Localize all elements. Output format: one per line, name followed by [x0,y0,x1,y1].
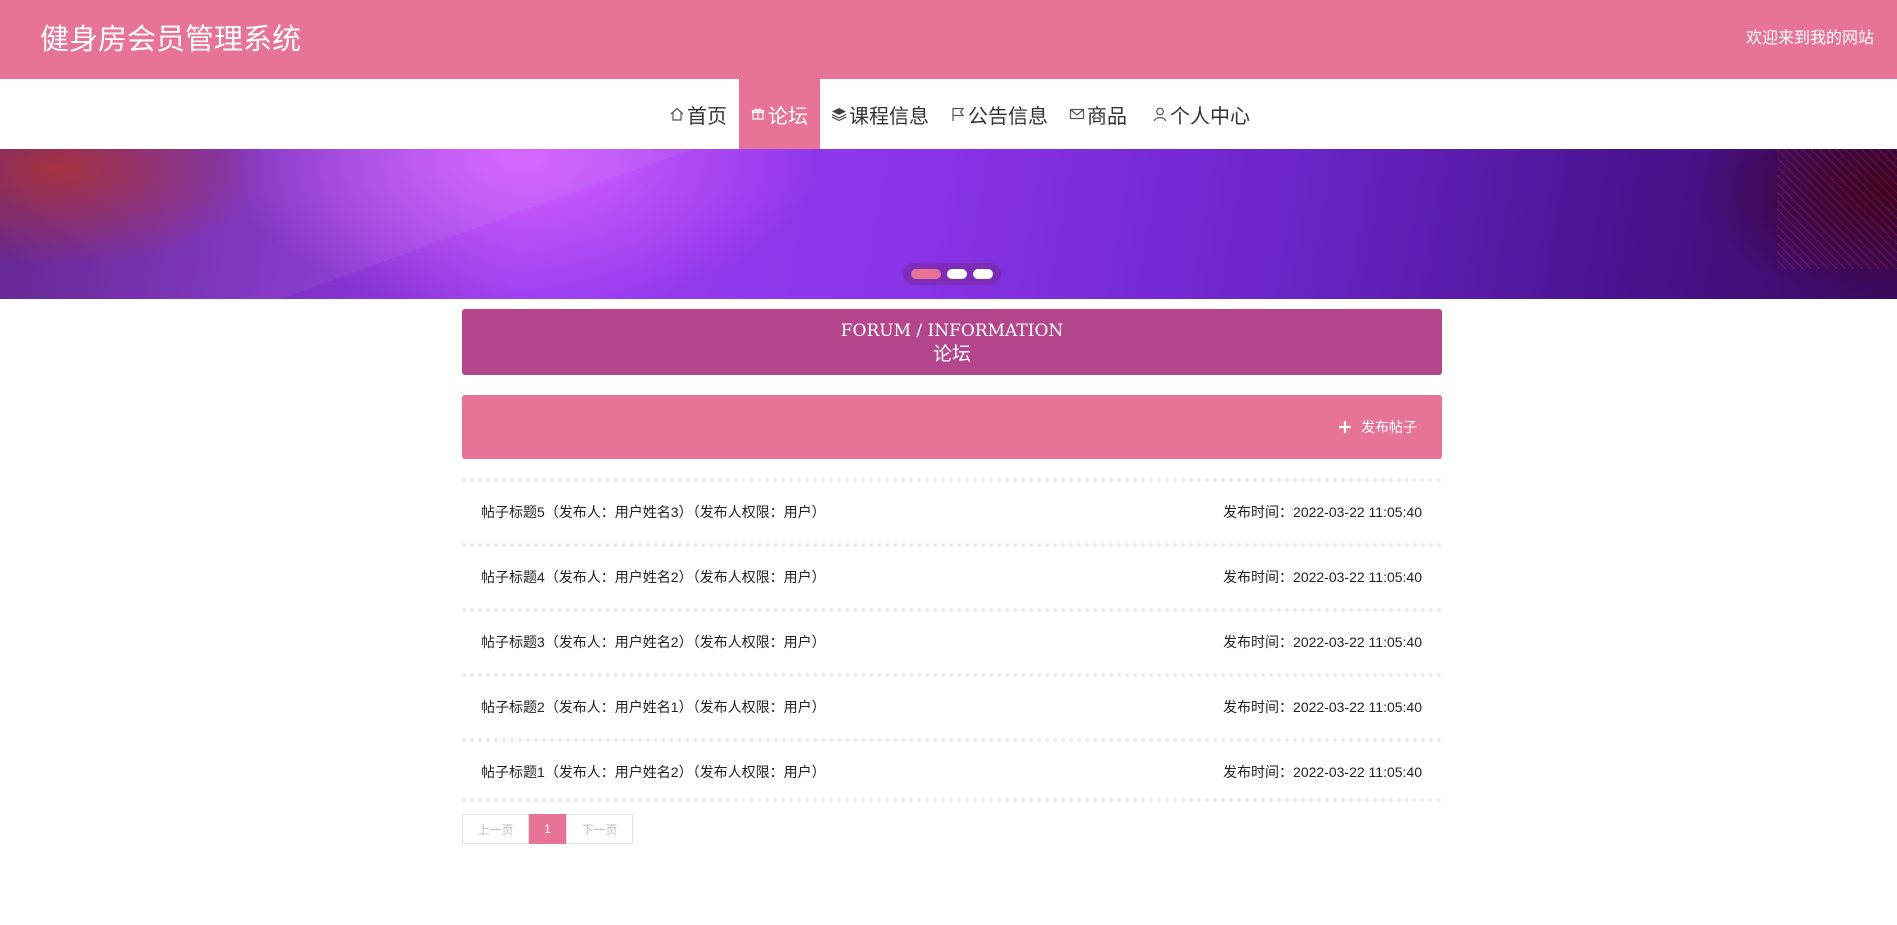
post-title: 帖子标题1（发布人：用户姓名2）（发布人权限：用户） [481,764,826,780]
post-row[interactable]: 帖子标题1（发布人：用户姓名2）（发布人权限：用户） 发布时间：2022-03-… [462,738,1442,803]
nav-item-notices[interactable]: 公告信息 [939,79,1058,149]
page-1-button[interactable]: 1 [529,814,566,844]
layers-icon [830,105,848,123]
nav-list: 首页 论坛 课程信息 公告信息 商品 个人中心 [662,79,1250,149]
list-divider [462,798,1442,802]
mail-icon [1068,105,1086,123]
post-row[interactable]: 帖子标题4（发布人：用户姓名2）（发布人权限：用户） 发布时间：2022-03-… [462,543,1442,608]
action-bar: 发布帖子 [462,395,1442,459]
post-title: 帖子标题5（发布人：用户姓名3）（发布人权限：用户） [481,504,826,520]
nav-label-home: 首页 [687,103,727,128]
post-row[interactable]: 帖子标题3（发布人：用户姓名2）（发布人权限：用户） 发布时间：2022-03-… [462,608,1442,673]
gift-icon [749,105,767,123]
next-page-button[interactable]: 下一页 [566,814,633,844]
section-header: FORUM / INFORMATION 论坛 [462,309,1442,375]
nav-item-home[interactable]: 首页 [662,79,739,149]
top-header: 健身房会员管理系统 欢迎来到我的网站 [0,0,1897,79]
new-post-button[interactable]: 发布帖子 [1338,417,1417,437]
banner-stripes [1777,149,1897,269]
post-time: 发布时间：2022-03-22 11:05:40 [1223,699,1422,715]
post-time: 发布时间：2022-03-22 11:05:40 [1223,504,1422,520]
post-title: 帖子标题3（发布人：用户姓名2）（发布人权限：用户） [481,634,826,650]
section-title-en: FORUM / INFORMATION [840,321,1064,341]
banner-carousel[interactable] [0,149,1897,299]
carousel-dot-1[interactable] [911,269,941,279]
post-list: 帖子标题5（发布人：用户姓名3）（发布人权限：用户） 发布时间：2022-03-… [462,478,1442,803]
user-icon [1151,105,1169,123]
nav-label-profile: 个人中心 [1170,103,1250,128]
welcome-text: 欢迎来到我的网站 [1745,28,1874,47]
nav-label-courses: 课程信息 [849,103,929,128]
carousel-indicators [903,263,1001,285]
nav-label-notices: 公告信息 [968,103,1048,128]
section-title-cn: 论坛 [932,343,971,365]
post-title: 帖子标题4（发布人：用户姓名2）（发布人权限：用户） [481,569,826,585]
prev-page-button[interactable]: 上一页 [462,814,529,844]
flag-icon [949,105,967,123]
post-time: 发布时间：2022-03-22 11:05:40 [1223,569,1422,585]
post-row[interactable]: 帖子标题5（发布人：用户姓名3）（发布人权限：用户） 发布时间：2022-03-… [462,478,1442,543]
post-title: 帖子标题2（发布人：用户姓名1）（发布人权限：用户） [481,699,826,715]
post-row[interactable]: 帖子标题2（发布人：用户姓名1）（发布人权限：用户） 发布时间：2022-03-… [462,673,1442,738]
nav-label-forum: 论坛 [768,103,808,128]
nav-item-profile[interactable]: 个人中心 [1139,79,1250,149]
main-nav: 首页 论坛 课程信息 公告信息 商品 个人中心 [0,79,1897,149]
nav-item-forum[interactable]: 论坛 [739,79,820,149]
pagination: 上一页 1 下一页 [462,814,633,844]
site-title: 健身房会员管理系统 [40,22,302,56]
carousel-dot-3[interactable] [973,269,993,279]
plus-icon [1338,420,1352,434]
nav-item-courses[interactable]: 课程信息 [820,79,939,149]
carousel-dot-2[interactable] [947,269,967,279]
new-post-label: 发布帖子 [1361,420,1417,436]
post-time: 发布时间：2022-03-22 11:05:40 [1223,764,1422,780]
nav-label-goods: 商品 [1087,103,1127,128]
nav-item-goods[interactable]: 商品 [1058,79,1139,149]
post-time: 发布时间：2022-03-22 11:05:40 [1223,634,1422,650]
home-icon [668,105,686,123]
